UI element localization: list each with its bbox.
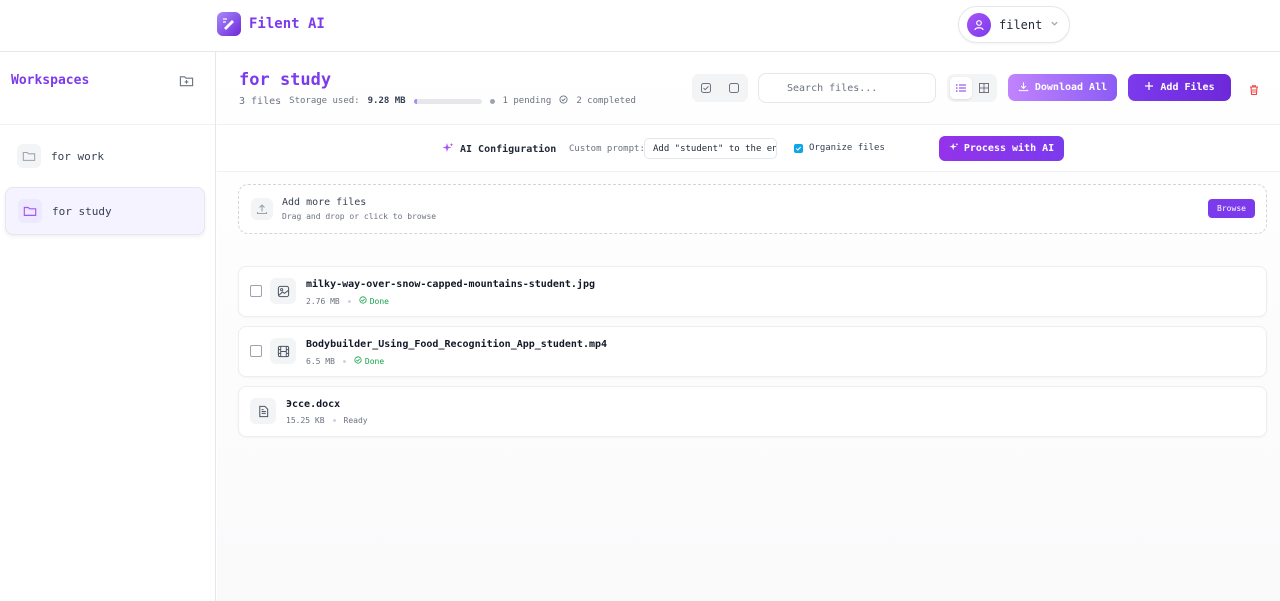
logo-icon [217,12,241,36]
sidebar-item-label: for work [51,149,104,163]
sidebar-item-for-study[interactable]: for study [5,187,205,235]
status-text: Ready [343,416,368,425]
sidebar-item-for-work[interactable]: for work [5,132,205,180]
pending-count: 1 pending [502,96,552,106]
completed-count: 2 completed [576,96,636,106]
file-checkbox[interactable] [250,345,262,357]
status-text: Done [369,296,389,306]
add-files-label: Add Files [1160,82,1215,93]
sidebar-item-label: for study [52,204,112,218]
dropzone-title: Add more files [282,197,367,208]
ai-config-bar: AI Configuration Custom prompt: Organize… [217,124,1280,172]
selection-controls [692,74,748,102]
file-checkbox[interactable] [250,285,262,297]
sparkles-icon [949,142,959,155]
storage-progress-bar [413,98,482,104]
workspace-title: for study [239,70,332,90]
process-with-ai-label: Process with AI [963,143,1055,154]
status-badge: Done [354,356,384,366]
top-bar: Filent AI filent [0,0,1280,52]
ai-config-label: AI Configuration [460,144,557,155]
image-icon [270,278,296,304]
new-workspace-folder-icon[interactable] [179,73,195,89]
organize-files-label: Organize files [809,143,885,153]
completed-check-icon [559,95,568,107]
dropzone-subtitle: Drag and drop or click to browse [282,212,437,221]
file-meta: 6.5 MB Done [306,356,384,366]
document-icon [250,398,276,424]
file-meta: 15.25 KB Ready [286,416,368,425]
trash-icon[interactable] [1248,81,1262,96]
brand[interactable]: Filent AI [217,12,325,36]
sidebar: Workspaces for work for study [0,52,216,601]
user-menu-button[interactable]: filent [958,6,1070,43]
view-toggle [947,74,997,102]
checkbox-checked-icon [794,143,803,153]
file-name: Эссе.docx [286,399,341,410]
check-circle-icon [359,296,367,306]
sidebar-title: Workspaces [11,73,90,88]
download-icon [1018,81,1029,95]
grid-view-icon[interactable] [973,77,995,99]
browse-button[interactable]: Browse [1208,199,1255,218]
film-icon [270,338,296,364]
user-name: filent [999,17,1043,32]
file-row[interactable]: milky-way-over-snow-capped-mountains-stu… [238,266,1267,317]
file-dropzone[interactable]: Add more files Drag and drop or click to… [238,184,1267,234]
plus-icon [1144,81,1154,94]
process-with-ai-button[interactable]: Process with AI [939,136,1064,161]
select-all-checkbox-icon[interactable] [695,77,717,99]
file-size: 6.5 MB [306,356,335,366]
file-size: 2.76 MB [306,296,340,306]
check-circle-icon [354,356,362,366]
file-name: milky-way-over-snow-capped-mountains-stu… [306,279,595,290]
pending-dot-icon [489,98,495,104]
deselect-checkbox-icon[interactable] [723,77,745,99]
custom-prompt-label: Custom prompt: [569,144,645,154]
status-text: Done [364,356,385,366]
workspace-meta: 3 files Storage used: 9.28 MB 1 pending … [239,95,636,107]
file-name: Bodybuilder_Using_Food_Recognition_App_s… [306,339,608,350]
file-row[interactable]: Эссе.docx 15.25 KB Ready [238,386,1267,437]
download-all-label: Download All [1034,82,1108,93]
storage-value: 9.28 MB [367,96,406,106]
organize-files-checkbox[interactable]: Organize files [794,143,885,153]
sidebar-divider [0,124,215,125]
upload-icon [251,198,273,220]
ai-config-title: AI Configuration [442,142,556,157]
custom-prompt-input[interactable] [644,138,777,159]
download-all-button[interactable]: Download All [1008,74,1117,101]
list-view-icon[interactable] [949,77,972,99]
main-content: for study 3 files Storage used: 9.28 MB … [217,52,1280,601]
chevron-down-icon [1050,19,1059,31]
storage-label: Storage used: [289,96,360,106]
storage-progress-fill [413,98,417,104]
sparkles-icon [442,142,454,157]
brand-name: Filent AI [249,16,325,32]
user-avatar-icon [967,12,991,37]
separator-dot [347,299,351,303]
file-count: 3 files [239,95,282,107]
separator-dot [332,419,336,422]
file-size: 15.25 KB [286,416,325,425]
separator-dot [342,359,346,363]
folder-icon [18,199,42,223]
search-input[interactable] [758,73,936,103]
file-row[interactable]: Bodybuilder_Using_Food_Recognition_App_s… [238,326,1267,377]
folder-icon [17,144,41,168]
file-meta: 2.76 MB Done [306,296,389,306]
add-files-button[interactable]: Add Files [1128,74,1231,101]
status-badge: Done [359,296,389,306]
